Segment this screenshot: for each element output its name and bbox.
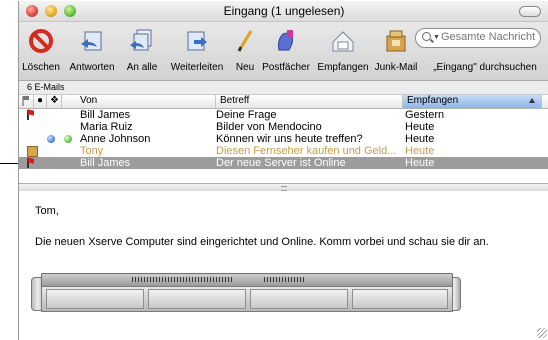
drive-bay bbox=[148, 289, 246, 309]
message-received: Heute bbox=[405, 133, 435, 145]
message-from: Tony bbox=[80, 145, 104, 157]
junk-mail-icon bbox=[27, 146, 38, 157]
column-buddy-header[interactable]: ❖ bbox=[47, 95, 62, 108]
toolbar-reply-label: Antworten bbox=[69, 62, 115, 73]
search-field[interactable]: ▼ Gesamte Nachricht bbox=[415, 28, 541, 48]
message-subject: Bilder von Mendocino bbox=[216, 121, 322, 133]
toolbar-reply-button[interactable]: Antworten bbox=[63, 22, 121, 80]
server-drive-bays bbox=[41, 286, 453, 312]
forward-icon bbox=[187, 31, 207, 51]
server-vent bbox=[132, 277, 232, 282]
server-vent bbox=[264, 277, 304, 282]
message-row[interactable]: Tony Diesen Fernseher kaufen und Geld...… bbox=[19, 145, 548, 157]
search-options-icon[interactable]: ▼ bbox=[433, 34, 440, 41]
toolbar-get-mail-label: Empfangen bbox=[317, 62, 369, 73]
junk-mail-icon bbox=[386, 30, 406, 52]
message-row[interactable]: Anne Johnson Können wir uns heute treffe… bbox=[19, 133, 548, 145]
flag-icon bbox=[27, 158, 35, 168]
column-header: ● ❖ Von Betreff Empfangen bbox=[19, 95, 548, 109]
toolbar: Löschen Antworten An alle Weiterleiten N… bbox=[19, 22, 548, 81]
message-count: 6 E-Mails bbox=[27, 82, 65, 92]
message-preview: Tom, Die neuen Xserve Computer sind eing… bbox=[19, 191, 548, 340]
buddy-column-icon: ❖ bbox=[50, 95, 59, 106]
column-status-header[interactable]: ● bbox=[34, 95, 47, 108]
message-from: Bill James bbox=[80, 157, 131, 169]
toolbar-reply-all-button[interactable]: An alle bbox=[121, 22, 163, 80]
flag-column-icon bbox=[22, 96, 29, 106]
get-mail-icon bbox=[332, 31, 354, 52]
toolbar-junk-mail-label: Junk-Mail bbox=[374, 62, 418, 73]
xserve-image bbox=[31, 273, 461, 317]
flag-icon bbox=[27, 110, 35, 120]
mail-window: Eingang (1 ungelesen) Löschen Antworten bbox=[18, 1, 548, 340]
message-subject: Der neue Server ist Online bbox=[216, 157, 346, 169]
reply-all-icon bbox=[130, 29, 152, 51]
sort-ascending-icon bbox=[529, 98, 535, 103]
callout-line bbox=[0, 163, 20, 164]
column-subject-label: Betreff bbox=[220, 95, 250, 106]
message-row[interactable]: Maria Ruiz Bilder von Mendocino Heute bbox=[19, 121, 548, 133]
online-status-icon bbox=[64, 135, 72, 143]
message-subject: Deine Frage bbox=[216, 109, 277, 121]
search-label: „Eingang" durchsuchen bbox=[433, 62, 537, 73]
toolbar-toggle-button[interactable] bbox=[519, 6, 541, 17]
message-subject: Diesen Fernseher kaufen und Geld... bbox=[216, 145, 397, 157]
message-from: Anne Johnson bbox=[80, 133, 151, 145]
search-placeholder: Gesamte Nachricht bbox=[441, 31, 536, 43]
toolbar-forward-button[interactable]: Weiterleiten bbox=[163, 22, 231, 80]
search-icon bbox=[422, 32, 431, 41]
unread-icon bbox=[47, 135, 55, 143]
message-received: Heute bbox=[405, 157, 435, 169]
message-body: Die neuen Xserve Computer sind eingerich… bbox=[35, 236, 489, 248]
drive-bay bbox=[352, 289, 448, 309]
toolbar-get-mail-button[interactable]: Empfangen bbox=[313, 22, 373, 80]
new-message-icon bbox=[237, 30, 253, 52]
toolbar-mailboxes-label: Postfächer bbox=[262, 62, 310, 73]
column-from-header[interactable]: Von bbox=[62, 95, 216, 108]
toolbar-junk-mail-button[interactable]: Junk-Mail bbox=[373, 22, 419, 80]
drive-bay bbox=[46, 289, 144, 309]
reply-icon bbox=[81, 31, 102, 51]
message-received: Heute bbox=[405, 145, 435, 157]
column-received-header[interactable]: Empfangen bbox=[403, 95, 542, 108]
toolbar-delete-button[interactable]: Löschen bbox=[19, 22, 63, 80]
message-row-selected[interactable]: Bill James Der neue Server ist Online He… bbox=[19, 157, 548, 169]
toolbar-reply-all-label: An alle bbox=[126, 62, 158, 73]
status-column-icon: ● bbox=[37, 95, 44, 106]
toolbar-mailboxes-button[interactable]: Postfächer bbox=[259, 22, 313, 80]
message-received: Gestern bbox=[405, 109, 445, 121]
column-received-label: Empfangen bbox=[407, 95, 459, 106]
message-list: Bill James Deine Frage Gestern Maria Rui… bbox=[19, 109, 548, 169]
toolbar-new-message-button[interactable]: Neu bbox=[231, 22, 259, 80]
window-title: Eingang (1 ungelesen) bbox=[223, 4, 345, 18]
delete-icon bbox=[29, 29, 53, 53]
message-greeting: Tom, bbox=[35, 205, 59, 217]
message-from: Bill James bbox=[80, 109, 131, 121]
title-bar: Eingang (1 ungelesen) bbox=[19, 1, 548, 22]
column-from-label: Von bbox=[80, 95, 98, 106]
column-subject-header[interactable]: Betreff bbox=[216, 95, 403, 108]
message-count-bar: 6 E-Mails bbox=[19, 81, 548, 95]
message-row[interactable]: Bill James Deine Frage Gestern bbox=[19, 109, 548, 121]
message-from: Maria Ruiz bbox=[80, 121, 133, 133]
toolbar-forward-label: Weiterleiten bbox=[170, 62, 224, 73]
mailboxes-icon bbox=[278, 30, 294, 51]
server-front-panel bbox=[41, 273, 453, 287]
resize-grip-icon[interactable] bbox=[537, 328, 547, 338]
message-subject: Können wir uns heute treffen? bbox=[216, 133, 363, 145]
toolbar-delete-label: Löschen bbox=[22, 62, 60, 73]
drive-bay bbox=[250, 289, 348, 309]
message-received: Heute bbox=[405, 121, 435, 133]
column-flag-header[interactable] bbox=[19, 95, 34, 108]
toolbar-new-message-label: Neu bbox=[235, 62, 255, 73]
